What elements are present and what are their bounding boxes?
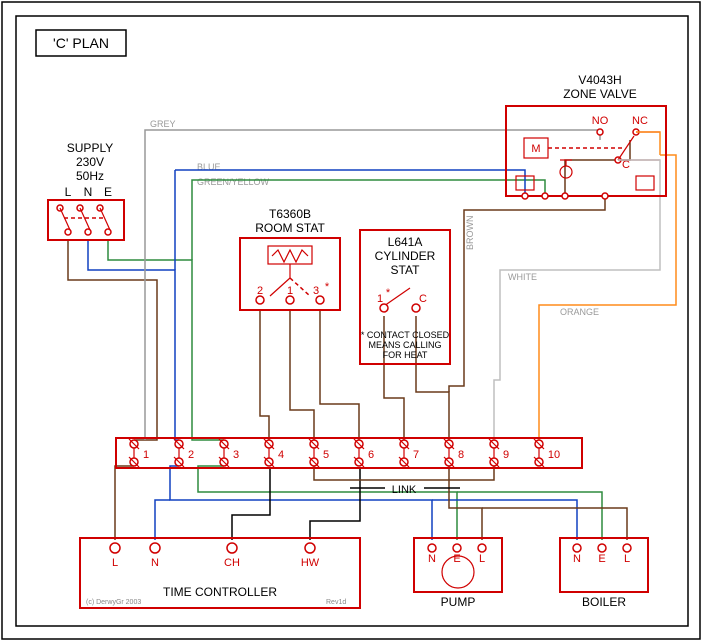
svg-text:CH: CH xyxy=(224,557,240,569)
svg-text:TIME CONTROLLER: TIME CONTROLLER xyxy=(163,585,277,599)
svg-text:L: L xyxy=(112,557,118,569)
svg-text:1: 1 xyxy=(377,293,383,305)
svg-text:3: 3 xyxy=(313,285,319,297)
svg-text:N: N xyxy=(84,185,93,199)
svg-text:50Hz: 50Hz xyxy=(76,169,104,183)
inner-frame xyxy=(16,16,688,626)
svg-text:3: 3 xyxy=(233,449,239,461)
svg-text:MEANS CALLING: MEANS CALLING xyxy=(368,340,441,350)
svg-text:ZONE VALVE: ZONE VALVE xyxy=(563,87,637,101)
svg-text:C: C xyxy=(419,293,427,305)
wiring-diagram: 'C' PLAN GREEN/YELLOW BLUE BROWN xyxy=(0,0,702,641)
wire-label-white: WHITE xyxy=(508,272,537,282)
svg-text:ROOM STAT: ROOM STAT xyxy=(255,221,325,235)
svg-text:E: E xyxy=(453,553,460,565)
svg-text:1: 1 xyxy=(143,449,149,461)
svg-text:* CONTACT CLOSED: * CONTACT CLOSED xyxy=(361,330,450,340)
svg-text:L: L xyxy=(624,553,630,565)
svg-text:8: 8 xyxy=(458,449,464,461)
svg-text:6: 6 xyxy=(368,449,374,461)
svg-text:1: 1 xyxy=(287,285,293,297)
svg-text:2: 2 xyxy=(257,285,263,297)
svg-text:NO: NO xyxy=(592,115,609,127)
wire-label-grey: GREY xyxy=(150,119,176,129)
svg-text:N: N xyxy=(573,553,581,565)
junction-strip: 1 2 3 4 xyxy=(116,438,582,496)
svg-text:L: L xyxy=(479,553,485,565)
supply-block: SUPPLY 230V 50Hz L N E xyxy=(48,141,124,240)
svg-text:10: 10 xyxy=(548,449,560,461)
svg-text:CYLINDER: CYLINDER xyxy=(375,249,436,263)
wire-label-brown: BROWN xyxy=(465,216,475,251)
svg-text:*: * xyxy=(325,281,330,293)
svg-text:M: M xyxy=(531,143,540,155)
svg-text:5: 5 xyxy=(323,449,329,461)
svg-text:SUPPLY: SUPPLY xyxy=(67,141,113,155)
cylinder-stat: L641A CYLINDER STAT 1 * C * CONTACT CLOS… xyxy=(360,230,450,364)
svg-text:V4043H: V4043H xyxy=(578,73,621,87)
svg-text:4: 4 xyxy=(278,449,284,461)
svg-text:STAT: STAT xyxy=(391,263,421,277)
svg-text:L641A: L641A xyxy=(388,235,423,249)
wire-label-gy: GREEN/YELLOW xyxy=(197,177,270,187)
svg-text:BOILER: BOILER xyxy=(582,595,626,609)
svg-text:T6360B: T6360B xyxy=(269,207,311,221)
svg-text:HW: HW xyxy=(301,557,320,569)
svg-text:N: N xyxy=(151,557,159,569)
svg-text:(c) DerwyGr 2003: (c) DerwyGr 2003 xyxy=(86,599,141,606)
svg-text:7: 7 xyxy=(413,449,419,461)
svg-text:2: 2 xyxy=(188,449,194,461)
svg-text:E: E xyxy=(104,185,112,199)
room-stat: T6360B ROOM STAT 2 1 3 * xyxy=(240,207,340,310)
svg-text:L: L xyxy=(65,185,72,199)
boiler: N E L BOILER xyxy=(560,538,648,609)
svg-text:C: C xyxy=(622,159,630,171)
svg-text:E: E xyxy=(598,553,605,565)
svg-text:FOR HEAT: FOR HEAT xyxy=(383,350,428,360)
svg-text:PUMP: PUMP xyxy=(441,595,476,609)
pump: N E L PUMP xyxy=(414,538,502,609)
time-controller: L N CH HW TIME CONTROLLER (c) DerwyGr 20… xyxy=(80,538,360,608)
svg-text:N: N xyxy=(428,553,436,565)
svg-text:NC: NC xyxy=(632,115,648,127)
svg-text:LINK: LINK xyxy=(392,484,417,496)
svg-text:230V: 230V xyxy=(76,155,104,169)
wire-label-orange: ORANGE xyxy=(560,307,599,317)
title-label: 'C' PLAN xyxy=(53,35,109,51)
svg-text:9: 9 xyxy=(503,449,509,461)
svg-text:*: * xyxy=(386,287,391,299)
svg-text:Rev1d: Rev1d xyxy=(326,599,346,606)
title-box: 'C' PLAN xyxy=(36,30,126,56)
